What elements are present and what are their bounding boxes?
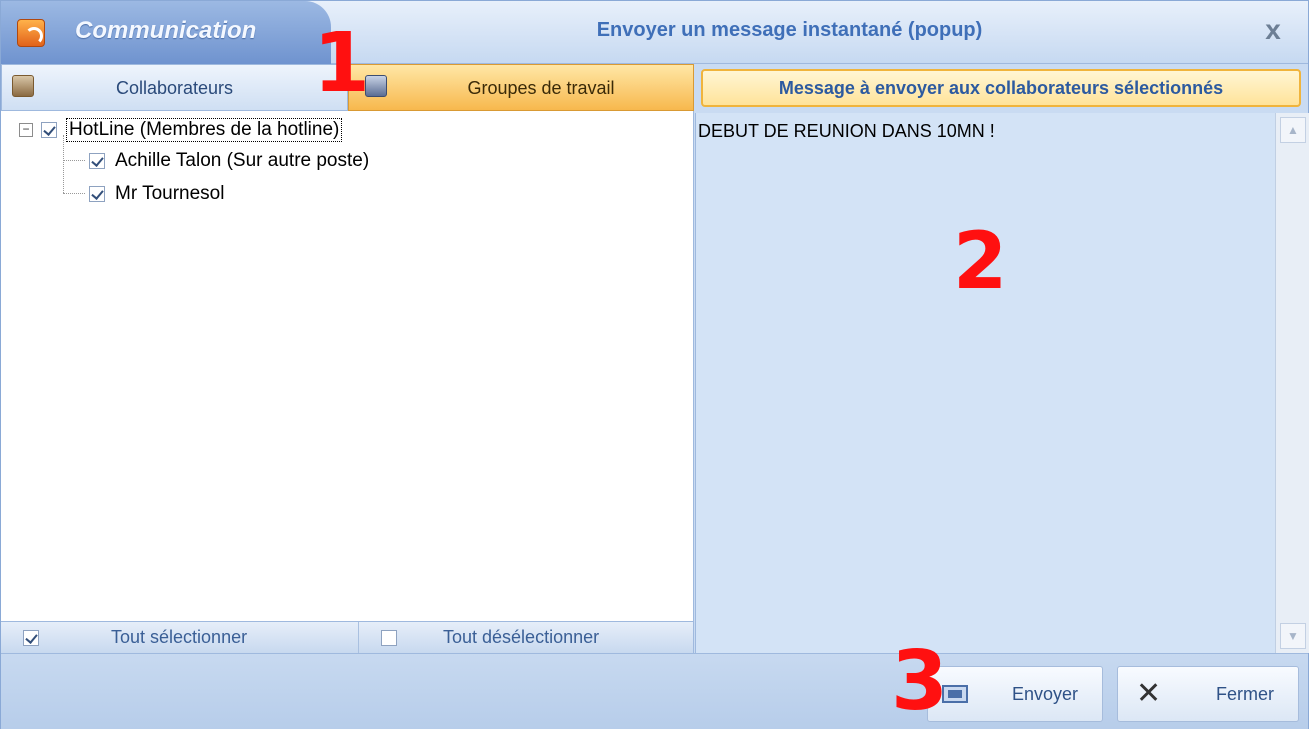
tree-connector xyxy=(63,135,64,193)
title-bar: Communication Envoyer un message instant… xyxy=(1,1,1308,64)
checkbox-icon xyxy=(23,629,39,646)
checkbox-mr-tournesol[interactable] xyxy=(89,186,105,202)
scroll-down-icon[interactable]: ▼ xyxy=(1280,623,1306,649)
checkbox-hotline[interactable] xyxy=(41,122,57,138)
tree-connector xyxy=(63,193,85,194)
tree-node-mr-tournesol[interactable]: Mr Tournesol xyxy=(89,181,224,207)
checkbox-achille-talon[interactable] xyxy=(89,153,105,169)
recipient-tree: − HotLine (Membres de la hotline) Achill… xyxy=(1,111,694,621)
collapse-icon[interactable]: − xyxy=(19,123,33,137)
send-label: Envoyer xyxy=(1011,684,1078,704)
send-button[interactable]: Envoyer xyxy=(927,666,1103,722)
app-title: Communication xyxy=(75,17,257,44)
communication-window: Communication Envoyer un message instant… xyxy=(0,0,1309,729)
message-text: DEBUT DE REUNION DANS 10MN ! xyxy=(698,121,995,141)
tree-node-label: Mr Tournesol xyxy=(115,183,225,204)
deselect-all-button[interactable]: Tout désélectionner xyxy=(359,622,694,653)
tree-connector xyxy=(63,160,85,161)
select-all-label: Tout sélectionner xyxy=(111,627,248,647)
tab-collaborateurs[interactable]: Collaborateurs xyxy=(1,64,348,111)
tree-node-label: HotLine (Membres de la hotline) xyxy=(65,118,343,142)
tree-node-achille-talon[interactable]: Achille Talon (Sur autre poste) xyxy=(89,148,369,174)
annotation-2: 2 xyxy=(953,217,1008,307)
scroll-up-icon[interactable]: ▲ xyxy=(1280,117,1306,143)
footer-bar: Envoyer ✕ Fermer xyxy=(1,653,1308,729)
rss-feed-icon xyxy=(17,19,45,47)
app-tab[interactable]: Communication xyxy=(1,1,331,64)
deselect-all-label: Tout désélectionner xyxy=(443,627,600,647)
close-button[interactable]: ✕ Fermer xyxy=(1117,666,1299,722)
window-title: Envoyer un message instantané (popup) xyxy=(596,19,983,41)
annotation-1: 1 xyxy=(313,16,371,111)
tab-groupes-de-travail[interactable]: Groupes de travail xyxy=(348,64,694,111)
tree-node-hotline[interactable]: − HotLine (Membres de la hotline) xyxy=(19,117,343,143)
tab-label: Groupes de travail xyxy=(467,78,615,98)
close-icon: ✕ xyxy=(1136,677,1162,710)
tree-node-label: Achille Talon (Sur autre poste) xyxy=(115,150,370,171)
tab-label: Collaborateurs xyxy=(115,78,234,98)
selection-bar: Tout sélectionner Tout désélectionner xyxy=(1,621,694,653)
message-header-label: Message à envoyer aux collaborateurs sél… xyxy=(778,78,1224,98)
message-textarea[interactable]: DEBUT DE REUNION DANS 10MN ! ▲ ▼ xyxy=(695,113,1309,653)
vertical-scrollbar[interactable]: ▲ ▼ xyxy=(1275,113,1309,653)
message-header: Message à envoyer aux collaborateurs sél… xyxy=(701,69,1301,107)
select-all-button[interactable]: Tout sélectionner xyxy=(1,622,359,653)
annotation-3: 3 xyxy=(891,634,949,729)
checkbox-icon xyxy=(381,629,397,646)
close-label: Fermer xyxy=(1216,684,1274,704)
close-icon[interactable]: x xyxy=(1258,15,1288,45)
